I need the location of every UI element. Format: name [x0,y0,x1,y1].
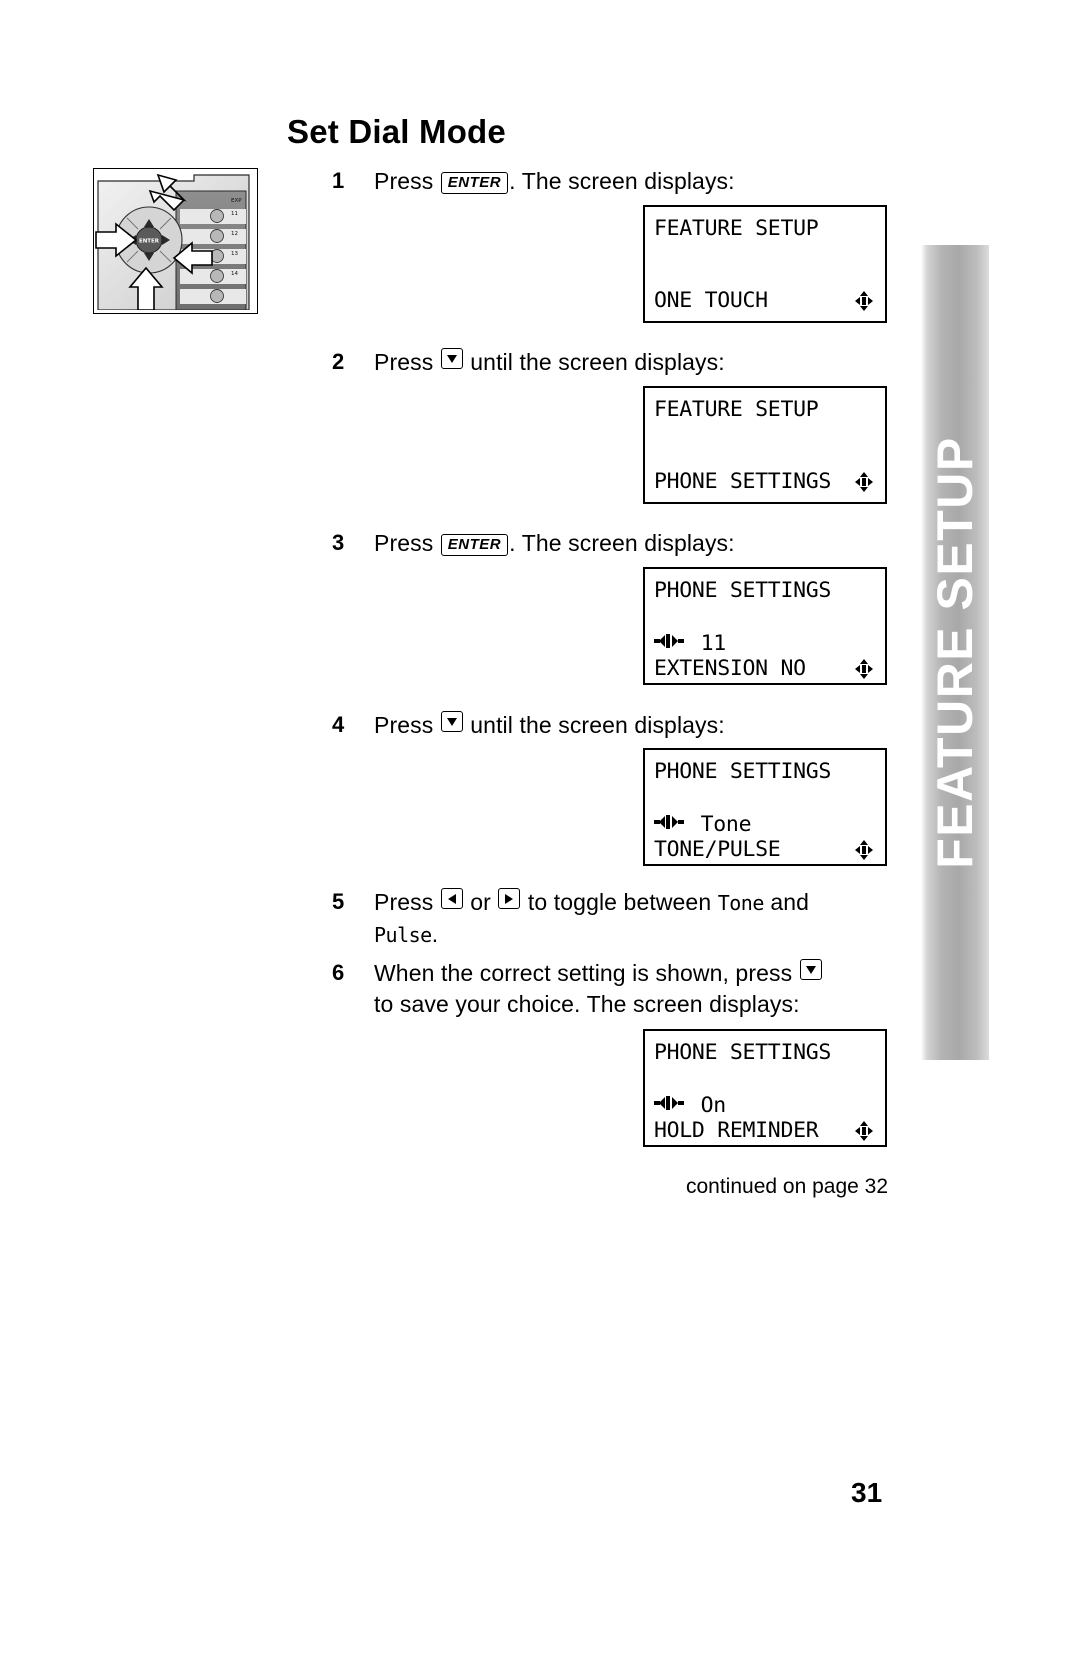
lcd-line-1: PHONE SETTINGS [654,578,832,603]
lcd-line-3-label: HOLD REMINDER [654,1118,819,1143]
lcd-line-2: Tone [654,811,885,837]
lcd-screen-1: FEATURE SETUP ONE TOUCH [643,205,887,323]
step-3: 3 Press ENTER. The screen displays: [332,528,735,559]
step-6: 6 When the correct setting is shown, pres… [332,958,834,1020]
lcd-screen-2: FEATURE SETUP PHONE SETTINGS [643,386,887,504]
step-number: 4 [332,712,345,737]
lcd-screen-4: PHONE SETTINGS Tone TONE/PULSE [643,748,887,866]
lcd-line-3: PHONE SETTINGS [654,469,885,495]
lcd-line-1: PHONE SETTINGS [654,1040,832,1065]
page-number: 31 [851,1477,883,1508]
down-arrow-key-icon [440,348,463,369]
lcd-blank-line [654,785,885,811]
svg-text:13: 13 [231,251,238,257]
left-right-toggle-icon [654,811,684,837]
step-text: Press ENTER. The screen displays: [374,530,735,556]
lcd-blank-line [654,1066,885,1092]
step-text: When the correct setting is shown, press… [374,958,834,1020]
left-arrow-key-icon [440,888,463,909]
step-1: 1 Press ENTER. The screen displays: [332,166,735,197]
lcd-value-text: Tone [717,891,765,915]
lcd-blank-line [654,242,885,288]
scroll-indicator-icon [855,472,873,499]
lcd-line-3-label: EXTENSION NO [654,656,806,681]
continued-note: continued on page 32 [685,1175,888,1198]
step-text: Press until the screen displays: [374,348,725,375]
lcd-line-3: TONE/PULSE [654,837,885,863]
lcd-line-2-value: On [688,1093,727,1118]
lcd-value-text: Pulse [374,923,432,947]
lcd-line-3-label: PHONE SETTINGS [654,469,832,494]
lcd-line-3-label: ONE TOUCH [654,288,768,313]
lcd-screen-5: PHONE SETTINGS On HOLD REMINDER [643,1029,887,1147]
lcd-line-2-value: 11 [688,631,727,656]
svg-text:ENTER: ENTER [139,239,160,245]
section-tab-label: FEATURE SETUP [927,436,983,869]
lcd-screen-3: PHONE SETTINGS 11 EXTENSION NO [643,567,887,685]
step-text: Press or to toggle between Tone and Puls… [374,888,810,947]
lcd-line-1: FEATURE SETUP [654,397,819,422]
svg-text:14: 14 [231,271,238,277]
page-title: Set Dial Mode [287,113,506,150]
step-number: 5 [332,889,345,914]
lcd-line-3: ONE TOUCH [654,288,885,314]
step-number: 1 [332,168,345,193]
lcd-line-1: PHONE SETTINGS [654,759,832,784]
lcd-line-2-value: Tone [688,812,752,837]
step-text: Press until the screen displays: [374,711,725,738]
lcd-line-3: HOLD REMINDER [654,1118,885,1144]
step-5: 5 Press or to toggle between Tone and Pul… [332,887,834,951]
lcd-blank-line [654,423,885,469]
lcd-line-1: FEATURE SETUP [654,216,819,241]
down-arrow-key-icon [799,959,822,980]
left-right-toggle-icon [654,630,684,656]
svg-text:EXP: EXP [231,198,242,204]
lcd-line-2: 11 [654,630,885,656]
lcd-line-3: EXTENSION NO [654,656,885,682]
step-text: Press ENTER. The screen displays: [374,168,735,194]
down-arrow-key-icon [440,711,463,732]
step-4: 4 Press until the screen displays: [332,710,725,741]
left-right-toggle-icon [654,1092,684,1118]
lcd-line-2: On [654,1092,885,1118]
svg-text:11: 11 [231,211,238,217]
step-2: 2 Press until the screen displays: [332,347,725,378]
scroll-indicator-icon [855,291,873,318]
enter-key-icon: ENTER [440,534,509,556]
step-number: 6 [332,960,345,985]
lcd-blank-line [654,604,885,630]
scroll-indicator-icon [855,840,873,867]
manual-page: FEATURE SETUP EXP 11 12 13 14 ENTER Set … [0,0,1080,1669]
right-arrow-key-icon [498,888,521,909]
section-tab-feature-setup: FEATURE SETUP [921,245,989,1060]
scroll-indicator-icon [855,659,873,686]
phone-navigation-keypad-illustration: EXP 11 12 13 14 ENTER [93,168,258,314]
enter-key-icon: ENTER [440,172,509,194]
lcd-line-3-label: TONE/PULSE [654,837,781,862]
step-number: 3 [332,530,345,555]
scroll-indicator-icon [855,1121,873,1148]
step-number: 2 [332,349,345,374]
svg-text:12: 12 [231,231,238,237]
